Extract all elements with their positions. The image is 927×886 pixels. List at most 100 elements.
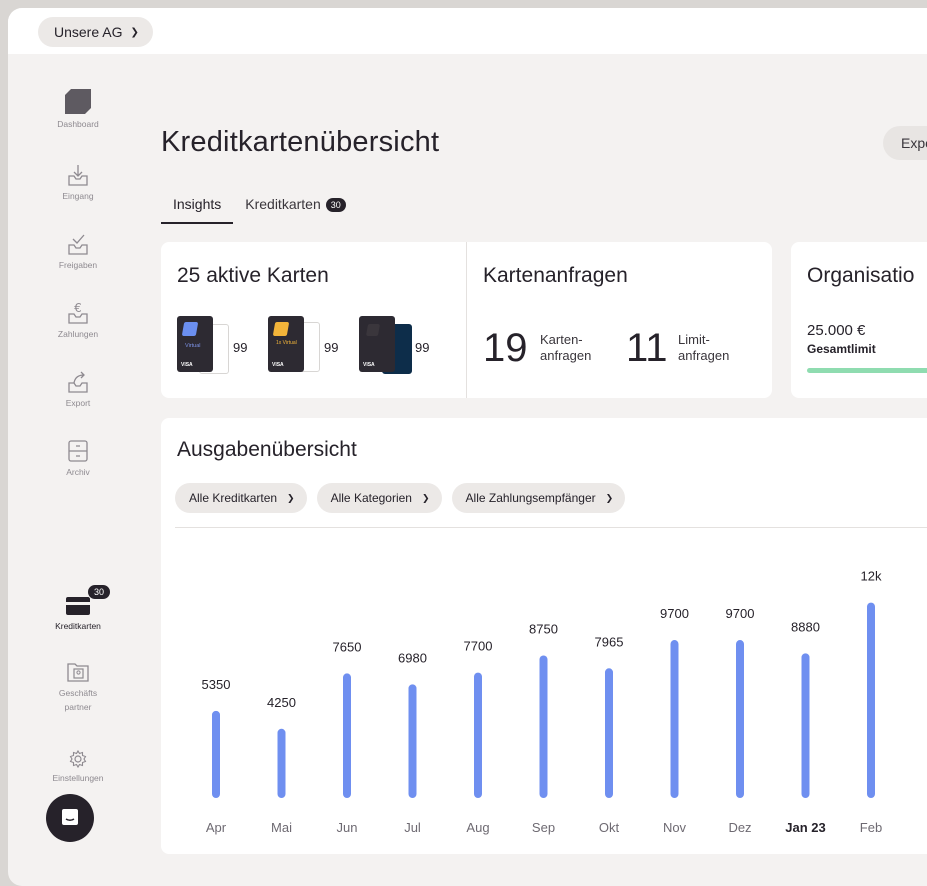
chart-bar[interactable] [212, 710, 220, 798]
chevron-down-icon: ❯ [287, 492, 295, 503]
tab-label: Insights [173, 196, 222, 212]
card-count: 99 [324, 340, 339, 355]
chart-data-label: 8750 [529, 622, 558, 637]
kreditkarten-badge: 30 [87, 584, 112, 600]
chart-data-label: 9700 [726, 606, 755, 621]
top-bar: Unsere AG ❯ [8, 8, 927, 54]
chart-x-tick-label: Jan 23 [785, 820, 825, 835]
chart-data-label: 4250 [267, 695, 296, 710]
sidebar-item-kreditkarten[interactable]: 30 Kreditkarten [36, 584, 120, 631]
limit-requests-count: 11 [626, 326, 668, 370]
tab-badge: 30 [325, 198, 346, 212]
sidebar-item-label: Dashboard [57, 119, 99, 129]
chart-bar[interactable] [474, 672, 482, 798]
sidebar-item-label: Archiv [66, 467, 90, 477]
virtual-card: Virtual VISA [177, 316, 213, 372]
chart-x-tick-label: Jul [404, 820, 421, 835]
tab-label: Kreditkarten [245, 196, 321, 212]
card-tag: 1x Virtual [276, 340, 297, 346]
approval-icon [68, 234, 88, 255]
chart-x-tick-label: Sep [532, 820, 555, 835]
svg-text:€: € [74, 301, 82, 315]
filter-categories-dropdown[interactable]: Alle Kategorien ❯ [316, 483, 442, 513]
organisation-title: Organisatio [807, 264, 915, 287]
export-icon [68, 371, 88, 393]
chart-bar[interactable] [343, 673, 351, 798]
archive-icon [68, 440, 88, 462]
card-chip-shape [365, 324, 381, 336]
tab-bar: Insights Kreditkarten 30 [161, 194, 358, 224]
limit-progress-bar [807, 368, 927, 373]
total-limit-label: Gesamtlimit [807, 342, 876, 356]
sidebar: Dashboard Eingang Freigaben € Zahlungen [8, 54, 148, 886]
export-button[interactable]: Expo [883, 126, 927, 160]
sidebar-item-geschaeftspartner[interactable]: Geschäfts partner [36, 659, 120, 712]
filter-cards-dropdown[interactable]: Alle Kreditkarten ❯ [175, 483, 307, 513]
chart-data-label: 7650 [333, 639, 362, 654]
chart-bar[interactable] [736, 640, 744, 798]
sidebar-item-zahlungen[interactable]: € Zahlungen [36, 300, 120, 339]
gear-icon [69, 749, 87, 769]
filter-payees-dropdown[interactable]: Alle Zahlungsempfänger ❯ [451, 483, 626, 513]
chart-data-label: 8880 [791, 619, 820, 634]
organisation-card: Organisatio 25.000 € Gesamtlimit [791, 242, 927, 398]
physical-card: VISA [359, 316, 395, 372]
spend-title: Ausgabenübersicht [177, 438, 357, 461]
sidebar-item-label-line2: partner [64, 702, 92, 712]
summary-card: 25 aktive Karten Virtual VISA 99 1x Virt… [161, 242, 772, 398]
organization-select[interactable]: Unsere AG ❯ [38, 17, 153, 47]
payments-icon: € [68, 301, 88, 324]
spend-bar-chart: 5350 Apr 4250 Mai 7650 Jun 6980 Jul 7700 Aug 8750 S… [202, 552, 927, 835]
chart-x-tick-label: Okt [599, 820, 620, 835]
sidebar-item-eingang[interactable]: Eingang [36, 162, 120, 201]
card-requests-label1: Karten- [540, 332, 583, 347]
sidebar-item-archiv[interactable]: Archiv [36, 438, 120, 477]
sidebar-item-label: Kreditkarten [55, 621, 101, 631]
limit-requests-label2: anfragen [678, 348, 730, 363]
tab-kreditkarten[interactable]: Kreditkarten 30 [233, 194, 358, 224]
chart-bar[interactable] [539, 655, 548, 799]
card-divider [466, 242, 467, 398]
chart-bar[interactable] [670, 640, 679, 798]
card-requests-count: 19 [483, 326, 528, 370]
requests-title: Kartenanfragen [483, 264, 628, 287]
card-requests-label2: anfragen [540, 348, 592, 363]
chart-bar[interactable] [801, 653, 810, 798]
chart-bar[interactable] [408, 684, 417, 798]
app-window: Unsere AG ❯ Dashboard Eingang Freigaben [8, 8, 927, 886]
chart-x-tick-label: Feb [860, 820, 882, 835]
help-chat-button[interactable] [46, 794, 94, 842]
chat-icon [62, 809, 78, 825]
filter-label: Alle Zahlungsempfänger [465, 491, 596, 505]
sidebar-item-freigaben[interactable]: Freigaben [36, 231, 120, 270]
sidebar-item-dashboard[interactable]: Dashboard [36, 86, 120, 129]
card-chip-shape [181, 322, 199, 336]
active-cards-title: 25 aktive Karten [177, 264, 329, 287]
sidebar-item-einstellungen[interactable]: Einstellungen [36, 748, 120, 783]
chart-bar[interactable] [867, 602, 875, 798]
visa-logo: VISA [272, 362, 284, 368]
sidebar-item-label: Freigaben [58, 260, 98, 270]
card-count: 99 [233, 340, 248, 355]
chart-x-tick-label: Aug [466, 820, 489, 835]
card-chip-shape [272, 322, 290, 336]
chart-bar[interactable] [277, 728, 286, 798]
single-use-virtual-card: 1x Virtual VISA [268, 316, 304, 372]
filter-label: Alle Kreditkarten [189, 491, 278, 505]
chevron-down-icon: ❯ [421, 492, 430, 503]
limit-requests-label1: Limit- [678, 332, 710, 347]
chevron-down-icon: ❯ [130, 26, 139, 38]
dashboard-icon [65, 89, 91, 114]
chart-data-label: 12k [861, 569, 882, 584]
filter-bar: Alle Kreditkarten ❯ Alle Kategorien ❯ Al… [175, 483, 626, 513]
tab-insights[interactable]: Insights [161, 194, 234, 224]
sidebar-item-export[interactable]: Export [36, 369, 120, 408]
chart-bar[interactable] [605, 668, 613, 798]
export-button-label: Expo [901, 135, 927, 151]
chart-x-tick-label: Mai [271, 820, 292, 835]
visa-logo: VISA [363, 362, 375, 368]
sidebar-item-label: Eingang [62, 191, 94, 201]
sidebar-item-label: Export [65, 398, 91, 408]
chart-data-label: 6980 [398, 650, 427, 665]
visa-logo: VISA [181, 362, 193, 368]
